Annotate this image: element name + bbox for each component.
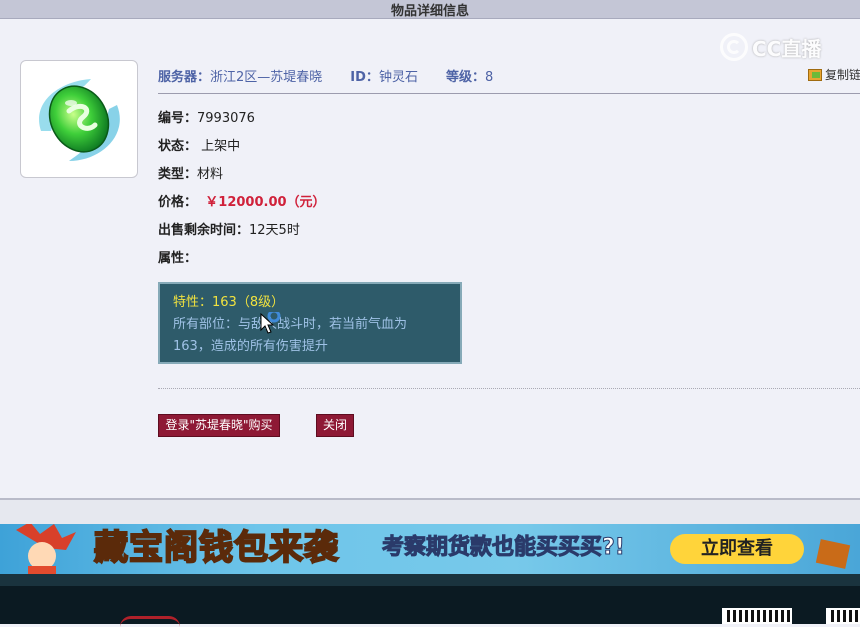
server-value: 浙江2区—苏堤春晓 (210, 70, 323, 85)
stream-watermark: CC直播 (720, 32, 821, 62)
item-image (20, 60, 138, 178)
level-info: 等级：8 (445, 70, 494, 85)
id-value: 钟灵石 (378, 70, 418, 85)
attribute-desc-1: 所有部位：与敌人战斗时，若当前气血为 (173, 317, 408, 332)
copy-link-label: 复制链 (825, 68, 860, 82)
banner-gift-icon (815, 539, 851, 569)
watermark-text: CC直播 (752, 36, 822, 61)
banner-view-button[interactable]: 立即查看 (670, 534, 804, 564)
status-row: 状态： 上架中 (158, 139, 241, 154)
copy-icon (808, 68, 822, 81)
login-buy-button[interactable]: 登录"苏堤春晓"购买 (158, 414, 280, 437)
jade-stone-icon (39, 79, 120, 161)
banner-subtitle: 考察期货款也能买买买?! (382, 535, 626, 561)
server-info: 服务器：浙江2区—苏堤春晓 (158, 70, 323, 85)
remaining-time-value: 12天5时 (249, 223, 300, 238)
remaining-time-row: 出售剩余时间：12天5时 (158, 223, 300, 238)
id-info: ID：钟灵石 (350, 70, 418, 85)
level-value: 8 (484, 70, 494, 85)
copy-link-button[interactable]: 复制链 (808, 66, 860, 83)
attribute-trait: 特性：163（8级） (173, 295, 285, 310)
attribute-row: 属性： (158, 251, 198, 266)
page-footer (0, 574, 860, 624)
price-row: 价格： ￥12000.00（元） (158, 195, 326, 210)
footer-logo-arc (120, 616, 180, 627)
mouse-cursor-icon (260, 312, 281, 334)
banner-character-icon (16, 524, 76, 574)
qr-code-icon (722, 608, 792, 624)
number-value: 7993076 (197, 111, 255, 126)
item-header-info: 服务器：浙江2区—苏堤春晓 ID：钟灵石 等级：8 (158, 66, 521, 85)
content-divider (158, 388, 860, 389)
attribute-desc-2: 163，造成的所有伤害提升 (173, 339, 328, 354)
qr-code-icon-2 (826, 608, 860, 624)
page-title: 物品详细信息 (390, 4, 469, 19)
footer-stripe (0, 574, 860, 586)
header-divider (158, 93, 860, 94)
attribute-box: 特性：163（8级） 所有部位：与敌人战斗时，若当前气血为 163，造成的所有伤… (158, 282, 462, 364)
page-title-bar: 物品详细信息 (0, 0, 860, 19)
type-value: 材料 (197, 167, 224, 182)
cc-logo-icon (720, 33, 748, 61)
status-value: 上架中 (201, 139, 241, 154)
banner-title: 藏宝阁钱包来袭 (93, 527, 339, 569)
type-row: 类型：材料 (158, 167, 224, 182)
promo-banner[interactable]: 藏宝阁钱包来袭 考察期货款也能买买买?! 立即查看 (0, 524, 860, 574)
panel-gap (0, 500, 860, 524)
price-value: ￥12000.00（元） (205, 195, 326, 210)
close-button[interactable]: 关闭 (316, 414, 354, 437)
number-row: 编号：7993076 (158, 111, 255, 126)
